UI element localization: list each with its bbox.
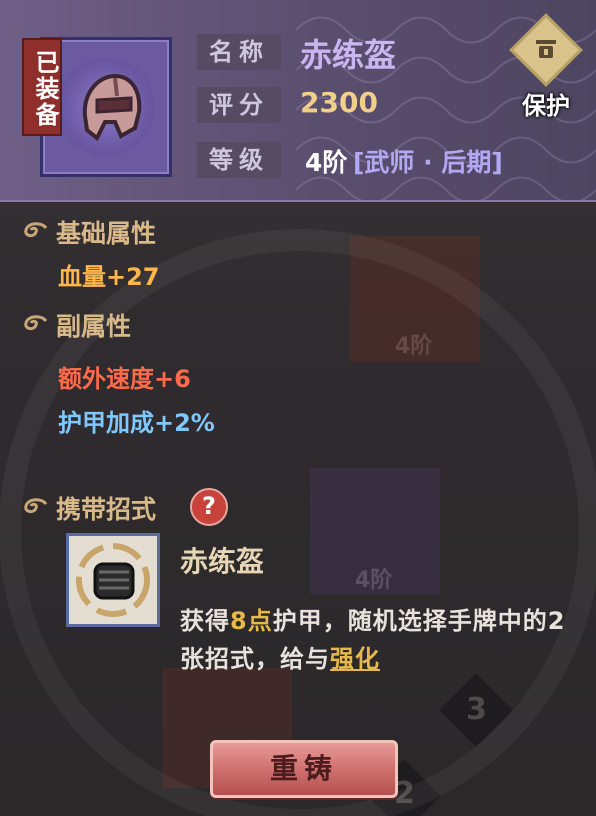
- armor-amount: 8点: [230, 607, 273, 635]
- level-label: 等级: [197, 142, 281, 178]
- name-label: 名称: [197, 34, 281, 70]
- enhance-link[interactable]: 强化: [330, 645, 380, 673]
- skill-name: 赤练盔: [180, 545, 265, 578]
- fist-icon: [76, 543, 150, 617]
- swirl-icon: [24, 498, 48, 514]
- swirl-icon: [24, 315, 48, 331]
- skill-desc-text: 获得: [180, 607, 230, 635]
- base-attributes-title: 基础属性: [56, 219, 157, 248]
- lock-icon: [536, 40, 556, 58]
- score-label: 评分: [197, 87, 281, 123]
- equipped-badge: 已装备: [22, 38, 62, 136]
- hp-stat: 血量+27: [58, 263, 160, 291]
- skill-section-title: 携带招式: [56, 495, 157, 524]
- equipment-detail-panel: 4阶 4阶 3 2 已装备 名称 赤练盔 评分 2300 等级 4阶 [武师 ·…: [0, 0, 596, 816]
- speed-stat: 额外速度+6: [58, 365, 191, 393]
- item-level: 4阶: [305, 148, 348, 177]
- item-name: 赤练盔: [300, 36, 397, 74]
- skill-description: 获得8点护甲，随机选择手牌中的2张招式，给与强化: [180, 602, 590, 678]
- recast-button[interactable]: 重铸: [210, 740, 398, 798]
- sub-attributes-title: 副属性: [56, 312, 132, 341]
- item-level-stage: [武师 · 后期]: [353, 148, 503, 177]
- swirl-icon: [24, 222, 48, 238]
- help-icon[interactable]: ?: [190, 488, 228, 526]
- skill-card[interactable]: [66, 533, 160, 627]
- helmet-icon: [82, 73, 142, 142]
- item-header: 已装备 名称 赤练盔 评分 2300 等级 4阶 [武师 · 后期] 保护: [0, 0, 596, 202]
- armor-stat: 护甲加成+2%: [58, 409, 215, 437]
- item-score: 2300: [300, 86, 378, 119]
- protect-button[interactable]: 保护: [508, 13, 584, 120]
- protect-label: 保护: [522, 92, 570, 120]
